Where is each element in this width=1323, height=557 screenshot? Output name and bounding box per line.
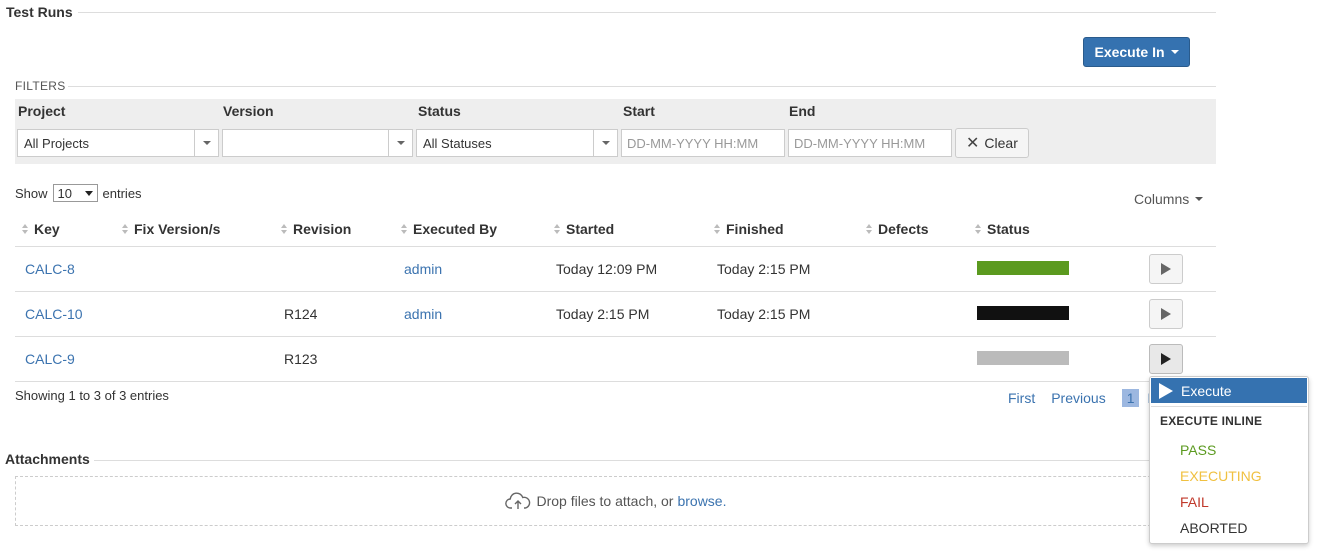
row-revision: R124 [284,306,318,322]
row-key-link[interactable]: CALC-9 [25,351,75,367]
execute-in-button[interactable]: Execute In [1083,37,1190,67]
row-key-link[interactable]: CALC-8 [25,261,75,277]
entries-count-value: 10 [57,185,72,201]
row-executed-by-link[interactable]: admin [404,306,442,322]
menu-item-pass[interactable]: PASS [1180,442,1216,458]
status-bar [977,306,1069,320]
play-icon [1161,263,1171,275]
chevron-down-icon [84,190,93,196]
pagination-current-page[interactable]: 1 [1121,389,1140,407]
play-icon [1159,382,1173,399]
play-icon [1161,353,1171,365]
row-key-link[interactable]: CALC-10 [25,306,83,322]
execute-play-button[interactable] [1149,254,1183,284]
column-header-fix-version[interactable]: Fix Version/s [122,221,220,237]
column-header-executed-by[interactable]: Executed By [401,221,497,237]
columns-button[interactable]: Columns [1134,191,1204,207]
attachments-title: Attachments [5,451,90,467]
filters-divider [68,86,1216,87]
column-header-revision[interactable]: Revision [281,221,351,237]
status-select[interactable]: All Statuses [416,129,618,157]
sort-icon [554,224,560,234]
sort-icon [281,224,287,234]
sort-icon [122,224,128,234]
row-executed-by-link[interactable]: admin [404,261,442,277]
row-finished: Today 2:15 PM [717,261,811,277]
chevron-down-icon [388,130,412,156]
test-runs-title: Test Runs [6,4,73,20]
row-started: Today 12:09 PM [556,261,658,277]
execute-in-label: Execute In [1094,44,1165,60]
drop-files-text: Drop files to attach, or [536,493,674,509]
sort-icon [714,224,720,234]
entries-control: Show 10 entries [15,184,142,202]
chevron-down-icon [593,130,617,156]
attachments-divider [94,460,1216,461]
menu-item-aborted[interactable]: ABORTED [1180,520,1247,536]
row-divider [15,381,1216,382]
menu-item-executing[interactable]: EXECUTING [1180,468,1262,484]
close-icon: ✕ [966,135,980,152]
pagination-previous[interactable]: Previous [1051,390,1105,406]
row-revision: R123 [284,351,318,367]
menu-item-fail[interactable]: FAIL [1180,494,1209,510]
row-started: Today 2:15 PM [556,306,650,322]
column-header-finished[interactable]: Finished [714,221,784,237]
sort-icon [401,224,407,234]
execute-play-button[interactable] [1149,344,1183,374]
execute-play-button[interactable] [1149,299,1183,329]
test-runs-divider [78,12,1216,13]
attachment-dropzone[interactable]: Drop files to attach, or browse. [15,476,1216,526]
entries-count-select[interactable]: 10 [52,184,98,202]
status-select-value: All Statuses [423,135,492,151]
execute-menu-label: Execute [1181,382,1232,399]
start-date-input[interactable]: DD-MM-YYYY HH:MM [621,129,785,157]
filter-start-label: Start [623,103,655,119]
clear-filters-button[interactable]: ✕ Clear [955,128,1029,158]
execute-menu-item[interactable]: Execute [1151,378,1307,403]
clear-label: Clear [984,135,1018,151]
project-select[interactable]: All Projects [17,129,219,157]
caret-down-icon [1195,197,1204,201]
start-date-placeholder: DD-MM-YYYY HH:MM [627,135,759,151]
show-label: Show [15,185,48,201]
end-date-input[interactable]: DD-MM-YYYY HH:MM [788,129,952,157]
status-bar [977,351,1069,365]
columns-label: Columns [1134,191,1190,207]
project-select-value: All Projects [24,135,90,151]
status-bar [977,261,1069,275]
filter-version-label: Version [223,103,274,119]
play-icon [1161,308,1171,320]
browse-link[interactable]: browse. [677,493,726,509]
end-date-placeholder: DD-MM-YYYY HH:MM [794,135,926,151]
cloud-upload-icon [504,491,531,511]
sort-icon [866,224,872,234]
column-header-status[interactable]: Status [975,221,1030,237]
filter-end-label: End [789,103,816,119]
entries-label: entries [102,185,142,201]
filter-project-label: Project [18,103,66,119]
caret-down-icon [1170,50,1179,54]
version-select[interactable] [222,129,413,157]
filters-label: FILTERS [15,79,66,93]
sort-icon [22,224,28,234]
showing-entries-text: Showing 1 to 3 of 3 entries [15,388,169,403]
menu-divider [1151,406,1307,407]
row-finished: Today 2:15 PM [717,306,811,322]
filter-status-label: Status [418,103,461,119]
execute-inline-heading: EXECUTE INLINE [1160,414,1263,428]
pagination-first[interactable]: First [1008,390,1035,406]
column-header-started[interactable]: Started [554,221,614,237]
sort-icon [975,224,981,234]
chevron-down-icon [194,130,218,156]
column-header-key[interactable]: Key [22,221,60,237]
column-header-defects[interactable]: Defects [866,221,929,237]
